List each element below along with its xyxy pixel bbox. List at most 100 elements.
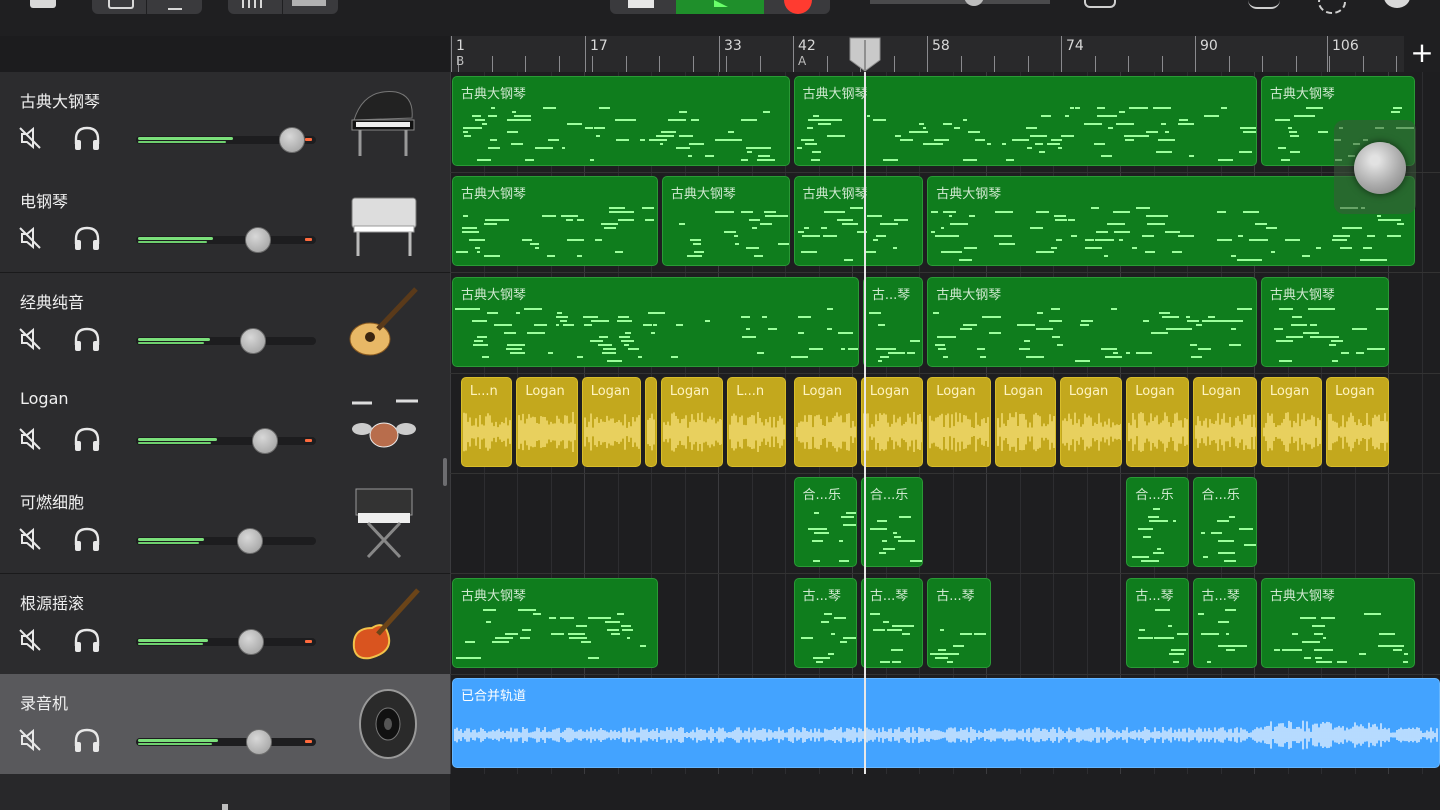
volume-slider[interactable] — [136, 327, 316, 354]
midi-region[interactable]: 合...乐 — [1192, 477, 1257, 568]
midi-region[interactable]: 合...乐 — [1126, 477, 1189, 568]
resize-handle[interactable] — [443, 458, 447, 486]
grand-piano-icon[interactable] — [344, 80, 424, 164]
audio-region[interactable]: Logan — [994, 376, 1056, 467]
record-icon[interactable] — [784, 0, 812, 14]
volume-slider[interactable] — [136, 728, 316, 755]
mixer-icon[interactable] — [242, 0, 266, 8]
track-header[interactable]: Logan — [0, 372, 450, 474]
midi-region[interactable]: 古...琴 — [1126, 577, 1189, 668]
volume-slider[interactable] — [136, 427, 316, 454]
track-header[interactable]: 古典大钢琴 — [0, 72, 450, 173]
playhead-handle-icon[interactable] — [848, 36, 882, 72]
midi-region[interactable]: 合...乐 — [793, 477, 857, 568]
volume-slider[interactable] — [136, 227, 316, 254]
track-header[interactable]: 经典纯音 — [0, 272, 450, 374]
headphones-icon[interactable] — [72, 124, 102, 152]
volume-knob[interactable] — [246, 728, 272, 755]
midi-region[interactable]: 古典大钢琴 — [1260, 276, 1389, 367]
tracks-arrangement-area[interactable]: 古典大钢琴 古典大钢琴 古典大钢琴 古典大钢琴 古典大钢琴 古典大钢琴 古典大钢琴 古典大钢琴… — [450, 72, 1440, 774]
headphones-icon[interactable] — [72, 425, 102, 453]
audio-region[interactable]: Logan — [860, 376, 924, 467]
help-icon[interactable] — [1384, 0, 1410, 8]
volume-slider[interactable] — [136, 528, 316, 555]
audio-region[interactable]: L...n — [727, 376, 786, 467]
section-marker[interactable]: B — [456, 54, 464, 68]
electric-guitar-icon[interactable] — [344, 582, 424, 666]
audio-region[interactable]: Logan — [581, 376, 642, 467]
volume-knob[interactable] — [237, 528, 263, 555]
track-lane[interactable]: 古典大钢琴 古...琴 古典大钢琴 古典大钢琴 — [450, 273, 1440, 374]
mute-icon[interactable] — [16, 525, 44, 553]
track-header[interactable]: 电钢琴 — [0, 172, 450, 274]
volume-knob[interactable] — [240, 327, 266, 354]
hollow-guitar-icon[interactable] — [344, 281, 424, 365]
volume-knob[interactable] — [252, 427, 278, 454]
timeline-ruler[interactable]: 1 17 33 42 58 74 90 106 B A — [450, 36, 1440, 72]
mute-icon[interactable] — [16, 425, 44, 453]
volume-slider[interactable] — [136, 127, 316, 153]
track-lane[interactable]: L...n Logan Logan Logan L...n Logan Logan Logan… — [450, 373, 1440, 474]
recording-region[interactable]: 已合并轨道 — [452, 677, 1440, 768]
volume-knob[interactable] — [238, 628, 264, 655]
play-button[interactable] — [676, 0, 764, 14]
midi-region[interactable]: 古典大钢琴 — [793, 176, 924, 267]
audio-region[interactable]: Logan — [927, 376, 991, 467]
mute-icon[interactable] — [16, 726, 44, 754]
playhead-line[interactable] — [864, 72, 866, 774]
mute-icon[interactable] — [16, 124, 44, 152]
synthesizer-icon[interactable] — [344, 481, 424, 565]
midi-region[interactable]: 古典大钢琴 — [452, 76, 790, 166]
midi-region[interactable]: 古典大钢琴 — [452, 577, 658, 668]
volume-knob[interactable] — [245, 227, 271, 254]
midi-region[interactable]: 古...琴 — [1192, 577, 1257, 668]
master-volume-icon[interactable] — [964, 0, 984, 6]
headphones-icon[interactable] — [72, 325, 102, 353]
headphones-icon[interactable] — [72, 525, 102, 553]
midi-region[interactable]: 古典大钢琴 — [452, 176, 658, 267]
midi-region[interactable]: 合...乐 — [860, 477, 924, 568]
headphones-icon[interactable] — [72, 726, 102, 754]
track-lane[interactable]: 古典大钢琴 古典大钢琴 古典大钢琴 古典大钢琴 — [450, 172, 1440, 274]
headphones-icon[interactable] — [72, 224, 102, 252]
midi-region[interactable]: 古典大钢琴 — [927, 276, 1257, 367]
mute-icon[interactable] — [16, 325, 44, 353]
add-icon[interactable] — [222, 804, 228, 810]
microphone-icon[interactable] — [168, 0, 182, 10]
track-header[interactable]: 根源摇滚 — [0, 573, 450, 675]
audio-region[interactable]: Logan — [1126, 376, 1189, 467]
volume-knob[interactable] — [279, 127, 305, 153]
midi-region[interactable]: 古...琴 — [927, 577, 991, 668]
audio-region[interactable]: Logan — [1260, 376, 1323, 467]
mute-icon[interactable] — [16, 626, 44, 654]
track-header[interactable]: 可燃细胞 — [0, 473, 450, 575]
speaker-icon[interactable] — [344, 682, 424, 766]
settings-icon[interactable] — [1318, 0, 1346, 14]
midi-region[interactable]: 古典大钢琴 — [661, 176, 790, 267]
track-lane[interactable]: 已合并轨道 — [450, 674, 1440, 774]
add-section-button[interactable]: + — [1404, 36, 1440, 72]
midi-region[interactable]: 古...琴 — [793, 577, 857, 668]
audio-region[interactable]: L...n — [460, 376, 513, 467]
electric-piano-icon[interactable] — [344, 180, 424, 264]
assistive-touch-button[interactable] — [1354, 142, 1406, 194]
track-header[interactable]: 录音机 — [0, 673, 450, 775]
audio-region[interactable]: Logan — [793, 376, 857, 467]
view-toggle-icon[interactable] — [108, 0, 134, 9]
section-marker[interactable]: A — [798, 54, 806, 68]
audio-region[interactable]: Logan — [516, 376, 578, 467]
audio-region[interactable]: Logan — [1326, 376, 1389, 467]
mute-icon[interactable] — [16, 224, 44, 252]
midi-region[interactable]: 古...琴 — [860, 577, 924, 668]
browser-icon[interactable] — [30, 0, 56, 8]
volume-slider[interactable] — [136, 628, 316, 655]
headphones-icon[interactable] — [72, 626, 102, 654]
metronome-icon[interactable] — [1248, 0, 1280, 9]
loop-icon[interactable] — [1084, 0, 1116, 8]
midi-region[interactable]: 古...琴 — [862, 276, 924, 367]
audio-region[interactable]: Logan — [1059, 376, 1123, 467]
track-lane[interactable]: 古典大钢琴 古...琴 古...琴 古...琴 古...琴 古...琴 古典大钢琴 — [450, 574, 1440, 675]
fx-icon[interactable] — [292, 0, 326, 6]
audio-region[interactable] — [645, 376, 657, 467]
midi-region[interactable]: 古典大钢琴 — [1260, 577, 1416, 668]
